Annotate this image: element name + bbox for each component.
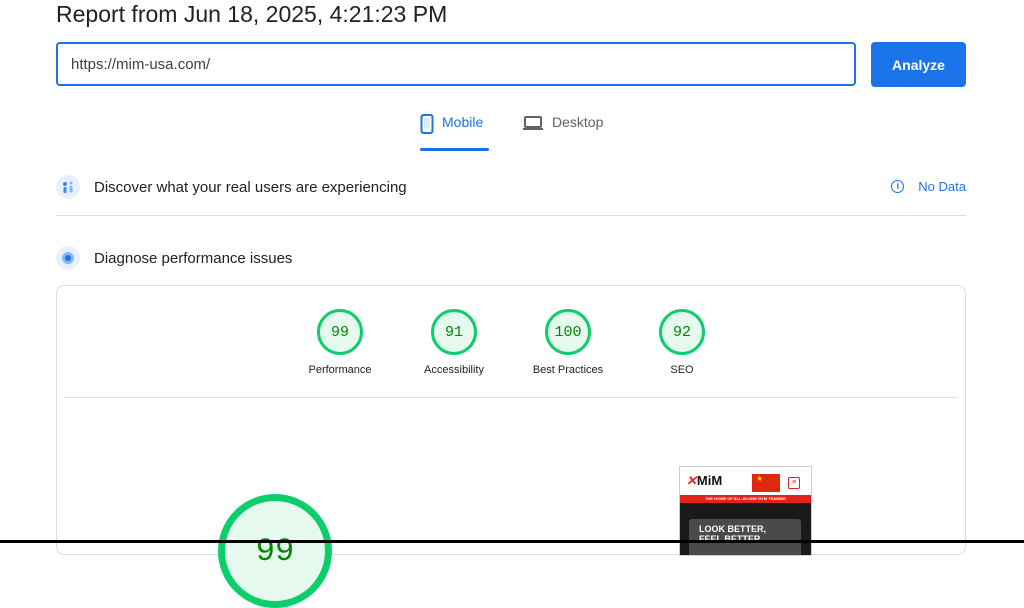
lab-data-section: Diagnose performance issues — [56, 243, 966, 273]
score-label: Best Practices — [532, 364, 604, 376]
section-divider — [56, 215, 966, 216]
flag-icon — [752, 474, 780, 492]
tab-mobile[interactable]: Mobile — [420, 114, 489, 151]
scores-card — [56, 285, 966, 555]
score-gauge-best-practices[interactable]: 100 Best Practices — [513, 309, 623, 376]
score-gauge-performance[interactable]: 99 Performance — [285, 309, 395, 376]
site-logo: ✕MiM — [686, 473, 723, 488]
menu-icon: ≡ — [788, 477, 800, 489]
tab-desktop-label: Desktop — [552, 114, 604, 130]
score-value: 100 — [545, 309, 591, 355]
card-divider — [64, 397, 958, 398]
score-label: Accessibility — [424, 364, 484, 376]
hero-line-1: LOOK BETTER, — [699, 524, 766, 534]
field-data-section: Discover what your real users are experi… — [56, 172, 966, 202]
smartphone-icon — [420, 114, 434, 137]
laptop-icon — [522, 114, 544, 135]
score-label: SEO — [670, 364, 694, 376]
tab-desktop[interactable]: Desktop — [522, 114, 603, 150]
performance-main-gauge: 99 — [218, 494, 332, 608]
score-value: 99 — [317, 309, 363, 355]
score-value: 91 — [431, 309, 477, 355]
score-gauge-accessibility[interactable]: 91 Accessibility — [399, 309, 509, 376]
no-data-label: No Data — [918, 179, 966, 194]
diagnose-icon — [56, 246, 80, 270]
analyze-button[interactable]: Analyze — [871, 42, 966, 87]
score-value: 92 — [659, 309, 705, 355]
score-gauge-seo[interactable]: 92 SEO — [627, 309, 737, 376]
info-icon: i — [891, 180, 905, 193]
screenshot-banner: THE HOME OF ALL-IN-ONE GYM TRAINER — [680, 495, 811, 503]
active-tab-indicator — [420, 148, 489, 151]
main-score-value: 99 — [255, 533, 295, 570]
lab-data-title: Diagnose performance issues — [94, 249, 293, 267]
users-icon — [56, 175, 80, 199]
no-data-link[interactable]: i No Data — [891, 179, 966, 194]
url-input[interactable] — [56, 42, 856, 86]
report-title: Report from Jun 18, 2025, 4:21:23 PM — [56, 1, 448, 27]
screenshot-header: ✕MiM ≡ — [680, 467, 811, 495]
hero-text-box: LOOK BETTER, FEEL BETTER — [689, 519, 801, 555]
tab-mobile-label: Mobile — [442, 114, 484, 130]
field-data-title: Discover what your real users are experi… — [94, 178, 407, 196]
score-label: Performance — [308, 364, 372, 376]
screenshot-hero: LOOK BETTER, FEEL BETTER — [680, 503, 811, 555]
